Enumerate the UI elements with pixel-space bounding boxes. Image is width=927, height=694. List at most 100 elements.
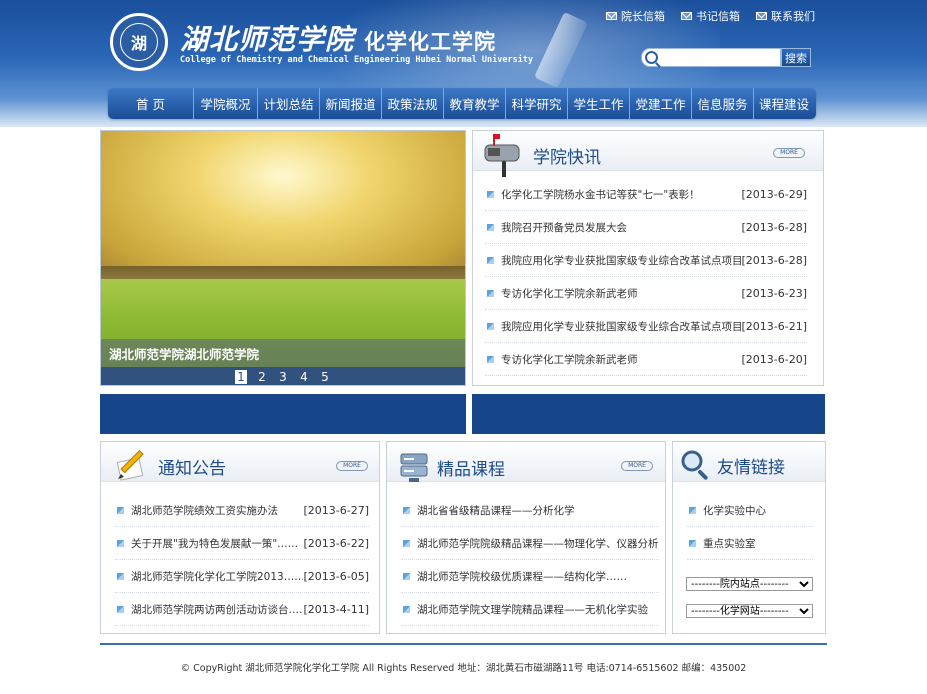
course-item: 湖北师范学院校级优质课程——结构化学…… (401, 560, 659, 593)
nav-item-plans[interactable]: 计划总结 (258, 88, 320, 119)
news-item: 我院召开预备党员发展大会 [2013-6-28] (485, 211, 807, 244)
banner-caption: 湖北师范学院湖北师范学院 (109, 347, 260, 362)
news-more-button[interactable]: MORE (773, 148, 805, 158)
mail-icon (756, 12, 767, 20)
contact-us-link[interactable]: 联系我们 (756, 8, 815, 24)
nav-item-news[interactable]: 新闻报道 (320, 88, 382, 119)
nav-item-courses[interactable]: 课程建设 (754, 88, 814, 119)
notice-item-link[interactable]: 湖北师范学院化学化工学院2013…… (131, 569, 303, 584)
news-item-link[interactable]: 化学化工学院杨水金书记等获"七一"表彰！ (501, 187, 741, 202)
banner-page-5[interactable]: 5 (319, 370, 331, 384)
nav-item-about[interactable]: 学院概况 (194, 88, 258, 119)
news-item: 专访化学化工学院余新武老师 [2013-6-23] (485, 277, 807, 310)
notice-item: 关于开展"我为特色发展献一策"…… [2013-6-22] (115, 527, 369, 560)
news-item: 专访化学化工学院余新武老师 [2013-6-20] (485, 343, 807, 376)
nav-item-policy[interactable]: 政策法规 (382, 88, 444, 119)
search-input[interactable] (661, 50, 771, 65)
nav-item-research[interactable]: 科学研究 (506, 88, 568, 119)
notice-item-link[interactable]: 湖北师范学院绩效工资实施办法 (131, 503, 303, 518)
bullet-icon (403, 572, 410, 580)
news-item-date: [2013-6-20] (741, 352, 807, 366)
banner-slideshow[interactable]: 湖北师范学院湖北师范学院 1 2 3 4 5 (100, 130, 466, 386)
bullet-icon (487, 322, 494, 330)
nav-item-teaching[interactable]: 教育教学 (444, 88, 506, 119)
news-item-date: [2013-6-21] (741, 319, 807, 333)
courses-more-button[interactable]: MORE (621, 461, 653, 471)
bullet-icon (689, 506, 696, 514)
link-item: 重点实验室 (687, 527, 813, 560)
president-mailbox-link[interactable]: 院长信箱 (606, 8, 665, 24)
link-item: 化学实验中心 (687, 494, 813, 527)
link-label: 联系我们 (771, 10, 815, 23)
footer-text: © CopyRight 湖北师范学院化学化工学院 All Rights Rese… (180, 663, 747, 674)
bullet-icon (403, 506, 410, 514)
banner-page-4[interactable]: 4 (298, 370, 310, 384)
bullet-icon (487, 289, 494, 297)
news-item-link[interactable]: 我院召开预备党员发展大会 (501, 220, 741, 235)
search-bar: 搜索 (641, 48, 811, 67)
notice-list: 湖北师范学院绩效工资实施办法 [2013-6-27] 关于开展"我为特色发展献一策… (115, 494, 369, 626)
banner-page-2[interactable]: 2 (256, 370, 268, 384)
news-item-date: [2013-6-28] (741, 253, 807, 267)
bullet-icon (403, 605, 410, 613)
search-box (641, 48, 781, 67)
course-item: 湖北省省级精品课程——分析化学 (401, 494, 659, 527)
mailbox-icon (484, 134, 520, 177)
banner-page-3[interactable]: 3 (277, 370, 289, 384)
news-item-date: [2013-6-29] (741, 187, 807, 201)
footer-divider (100, 643, 827, 645)
search-button[interactable]: 搜索 (781, 48, 811, 67)
news-panel: 学院快讯 MORE 化学化工学院杨水金书记等获"七一"表彰！ [2013-6-29… (472, 130, 824, 386)
notice-item-link[interactable]: 关于开展"我为特色发展献一策"…… (131, 536, 303, 551)
news-item-link[interactable]: 专访化学化工学院余新武老师 (501, 286, 741, 301)
notice-item-date: [2013-6-05] (303, 569, 369, 583)
news-item-link[interactable]: 我院应用化学专业获批国家级专业综合改革试点项目 (501, 319, 741, 334)
nav-item-students[interactable]: 学生工作 (568, 88, 630, 119)
news-item: 我院应用化学专业获批国家级专业综合改革试点项目 [2013-6-21] (485, 310, 807, 343)
news-item-link[interactable]: 专访化学化工学院余新武老师 (501, 352, 741, 367)
course-item-link[interactable]: 湖北省省级精品课程——分析化学 (417, 503, 659, 518)
notice-item: 湖北师范学院化学化工学院2013…… [2013-6-05] (115, 560, 369, 593)
bullet-icon (689, 539, 696, 547)
link-item-key-lab[interactable]: 重点实验室 (703, 536, 813, 551)
chemistry-sites-select[interactable]: --------化学网站-------- (686, 604, 813, 618)
mail-icon (606, 12, 617, 20)
news-list: 化学化工学院杨水金书记等获"七一"表彰！ [2013-6-29] 我院召开预备党员… (485, 178, 807, 376)
notice-item: 湖北师范学院两访两创活动访谈台…… [2013-4-11] (115, 593, 369, 626)
bullet-icon (403, 539, 410, 547)
banner-sky (101, 131, 465, 281)
news-title: 学院快讯 (533, 148, 601, 168)
notice-item-date: [2013-6-27] (303, 503, 369, 517)
bullet-icon (487, 256, 494, 264)
university-name: 湖北师范学院 (180, 23, 355, 56)
bullet-icon (117, 506, 124, 514)
link-label: 书记信箱 (696, 10, 740, 23)
link-item-lab-center[interactable]: 化学实验中心 (703, 503, 813, 518)
nav-item-info[interactable]: 信息服务 (692, 88, 754, 119)
internal-sites-select[interactable]: --------院内站点-------- (686, 577, 813, 591)
nav-item-home[interactable]: 首 页 (108, 88, 194, 119)
courses-title: 精品课程 (437, 460, 505, 480)
course-item-link[interactable]: 湖北师范学院院级精品课程——物理化学、仪器分析 (417, 536, 659, 551)
notice-more-button[interactable]: MORE (336, 461, 368, 471)
blue-banner-right[interactable] (472, 394, 825, 434)
links-title: 友情链接 (717, 458, 785, 478)
bullet-icon (487, 355, 494, 363)
secretary-mailbox-link[interactable]: 书记信箱 (681, 8, 740, 24)
course-item-link[interactable]: 湖北师范学院文理学院精品课程——无机化学实验 (417, 602, 659, 617)
header: 湖 湖北师范学院 化学化工学院 College of Chemistry and … (0, 0, 927, 127)
news-item-link[interactable]: 我院应用化学专业获批国家级专业综合改革试点项目 (501, 253, 741, 268)
notice-item-link[interactable]: 湖北师范学院两访两创活动访谈台…… (131, 602, 303, 617)
university-logo[interactable]: 湖 (110, 13, 168, 71)
bullet-icon (117, 605, 124, 613)
blue-banner-left[interactable] (100, 394, 466, 434)
bullet-icon (117, 539, 124, 547)
course-item: 湖北师范学院院级精品课程——物理化学、仪器分析 (401, 527, 659, 560)
banner-page-1[interactable]: 1 (235, 370, 247, 384)
site-english-title: College of Chemistry and Chemical Engine… (180, 55, 534, 65)
nav-item-party[interactable]: 党建工作 (630, 88, 692, 119)
course-item-link[interactable]: 湖北师范学院校级优质课程——结构化学…… (417, 569, 659, 584)
notice-item: 湖北师范学院绩效工资实施办法 [2013-6-27] (115, 494, 369, 527)
banner-pager: 1 2 3 4 5 (101, 367, 465, 385)
news-item-date: [2013-6-28] (741, 220, 807, 234)
